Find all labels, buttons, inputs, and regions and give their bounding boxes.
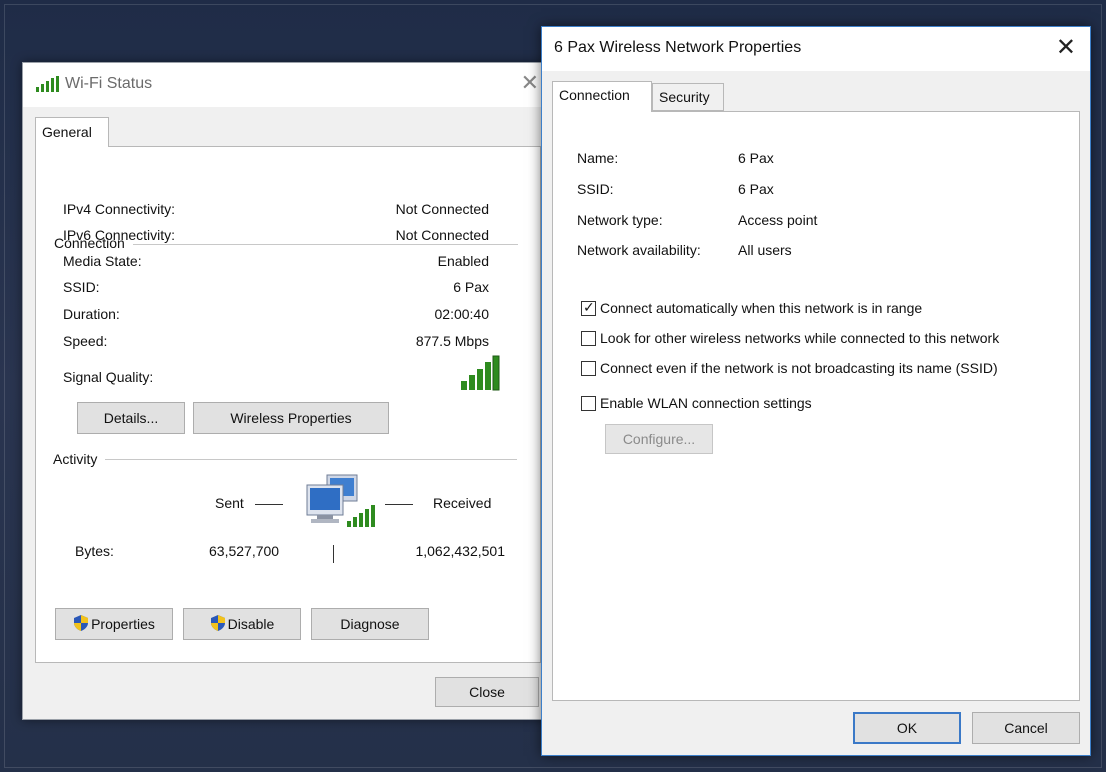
checkbox-label: Connect even if the network is not broad… [600,360,998,376]
cancel-button[interactable]: Cancel [972,712,1080,744]
tab-general[interactable]: General [35,117,109,147]
info-value: All users [738,242,792,258]
row-value: 02:00:40 [434,306,490,322]
properties-button[interactable]: Properties [55,608,173,640]
window-title: 6 Pax Wireless Network Properties [554,39,802,56]
checkmark-icon: ✓ [583,299,595,315]
close-icon[interactable]: ✕ [521,70,539,96]
row-value: Not Connected [395,227,489,243]
row-label: IPv6 Connectivity: [63,227,176,243]
info-value: Access point [738,212,818,228]
bytes-divider [333,545,334,563]
info-value: 6 Pax [738,181,774,197]
row-value: 877.5 Mbps [415,333,489,349]
connection-panel: Name: 6 Pax SSID: 6 Pax Network type: Ac… [552,111,1080,701]
checkbox-label: Enable WLAN connection settings [600,395,812,411]
checkbox-enable-wlan-settings[interactable]: Enable WLAN connection settings [581,395,812,415]
disable-label: Disable [227,616,275,632]
close-icon[interactable]: ✕ [1056,33,1076,62]
configure-button[interactable]: Configure... [605,424,713,454]
uac-shield-icon [73,612,89,642]
bytes-received-value: 1,062,432,501 [415,543,505,559]
properties-label: Properties [91,616,155,632]
diagnose-button[interactable]: Diagnose [311,608,429,640]
checkbox[interactable]: ✓ [581,299,596,316]
signal-quality-icon [459,355,505,396]
wireless-properties-button[interactable]: Wireless Properties [193,402,389,434]
checkbox[interactable] [581,396,596,411]
bytes-label: Bytes: [75,543,114,559]
checkbox[interactable] [581,331,596,346]
row-label: Duration: [63,306,120,322]
activity-group-label: Activity [53,451,106,467]
wifi-status-window: Wi-Fi Status ✕ General Connection IPv4 C… [22,62,554,720]
info-label: Network availability: [577,242,701,258]
received-line [385,504,413,505]
row-label: SSID: [63,279,100,295]
row-signal-quality: Signal Quality: [63,369,489,389]
row-value: Not Connected [395,201,489,217]
info-label: Name: [577,150,619,166]
tab-security[interactable]: Security [652,83,724,111]
disable-button[interactable]: Disable [183,608,301,640]
row-label: Speed: [63,333,108,349]
tab-connection[interactable]: Connection [552,81,652,112]
row-ipv4: IPv4 Connectivity: Not Connected [63,201,489,221]
row-ssid: SSID: 6 Pax [63,279,489,299]
checkbox-connect-not-broadcasting[interactable]: Connect even if the network is not broad… [581,360,998,380]
info-label: SSID: [577,181,614,197]
info-label: Network type: [577,212,663,228]
ok-button[interactable]: OK [853,712,961,744]
received-label: Received [433,495,492,511]
wifi-status-titlebar: Wi-Fi Status ✕ [23,63,553,107]
network-properties-window: 6 Pax Wireless Network Properties ✕ Conn… [541,26,1091,756]
window-title: Wi-Fi Status [65,75,153,92]
row-label: Media State: [63,253,142,269]
sent-line [255,504,283,505]
wifi-signal-icon [35,76,61,97]
checkbox-look-for-other-networks[interactable]: Look for other wireless networks while c… [581,330,999,350]
details-button[interactable]: Details... [77,402,185,434]
divider [53,459,517,460]
row-label: IPv4 Connectivity: [63,201,176,217]
properties-titlebar: 6 Pax Wireless Network Properties ✕ [542,27,1090,71]
bytes-sent-value: 63,527,700 [209,543,280,559]
network-computers-icon [303,471,377,540]
row-label: Signal Quality: [63,369,154,385]
row-speed: Speed: 877.5 Mbps [63,333,489,353]
row-ipv6: IPv6 Connectivity: Not Connected [63,227,489,247]
checkbox-label: Connect automatically when this network … [600,300,923,316]
checkbox-connect-automatically[interactable]: ✓ Connect automatically when this network… [581,299,923,320]
row-media-state: Media State: Enabled [63,253,489,273]
uac-shield-icon [210,612,226,642]
row-duration: Duration: 02:00:40 [63,306,489,326]
checkbox[interactable] [581,361,596,376]
checkbox-label: Look for other wireless networks while c… [600,330,1000,346]
info-value: 6 Pax [738,150,774,166]
row-value: 6 Pax [453,279,489,295]
sent-label: Sent [215,495,244,511]
row-value: Enabled [437,253,489,269]
close-button[interactable]: Close [435,677,539,707]
